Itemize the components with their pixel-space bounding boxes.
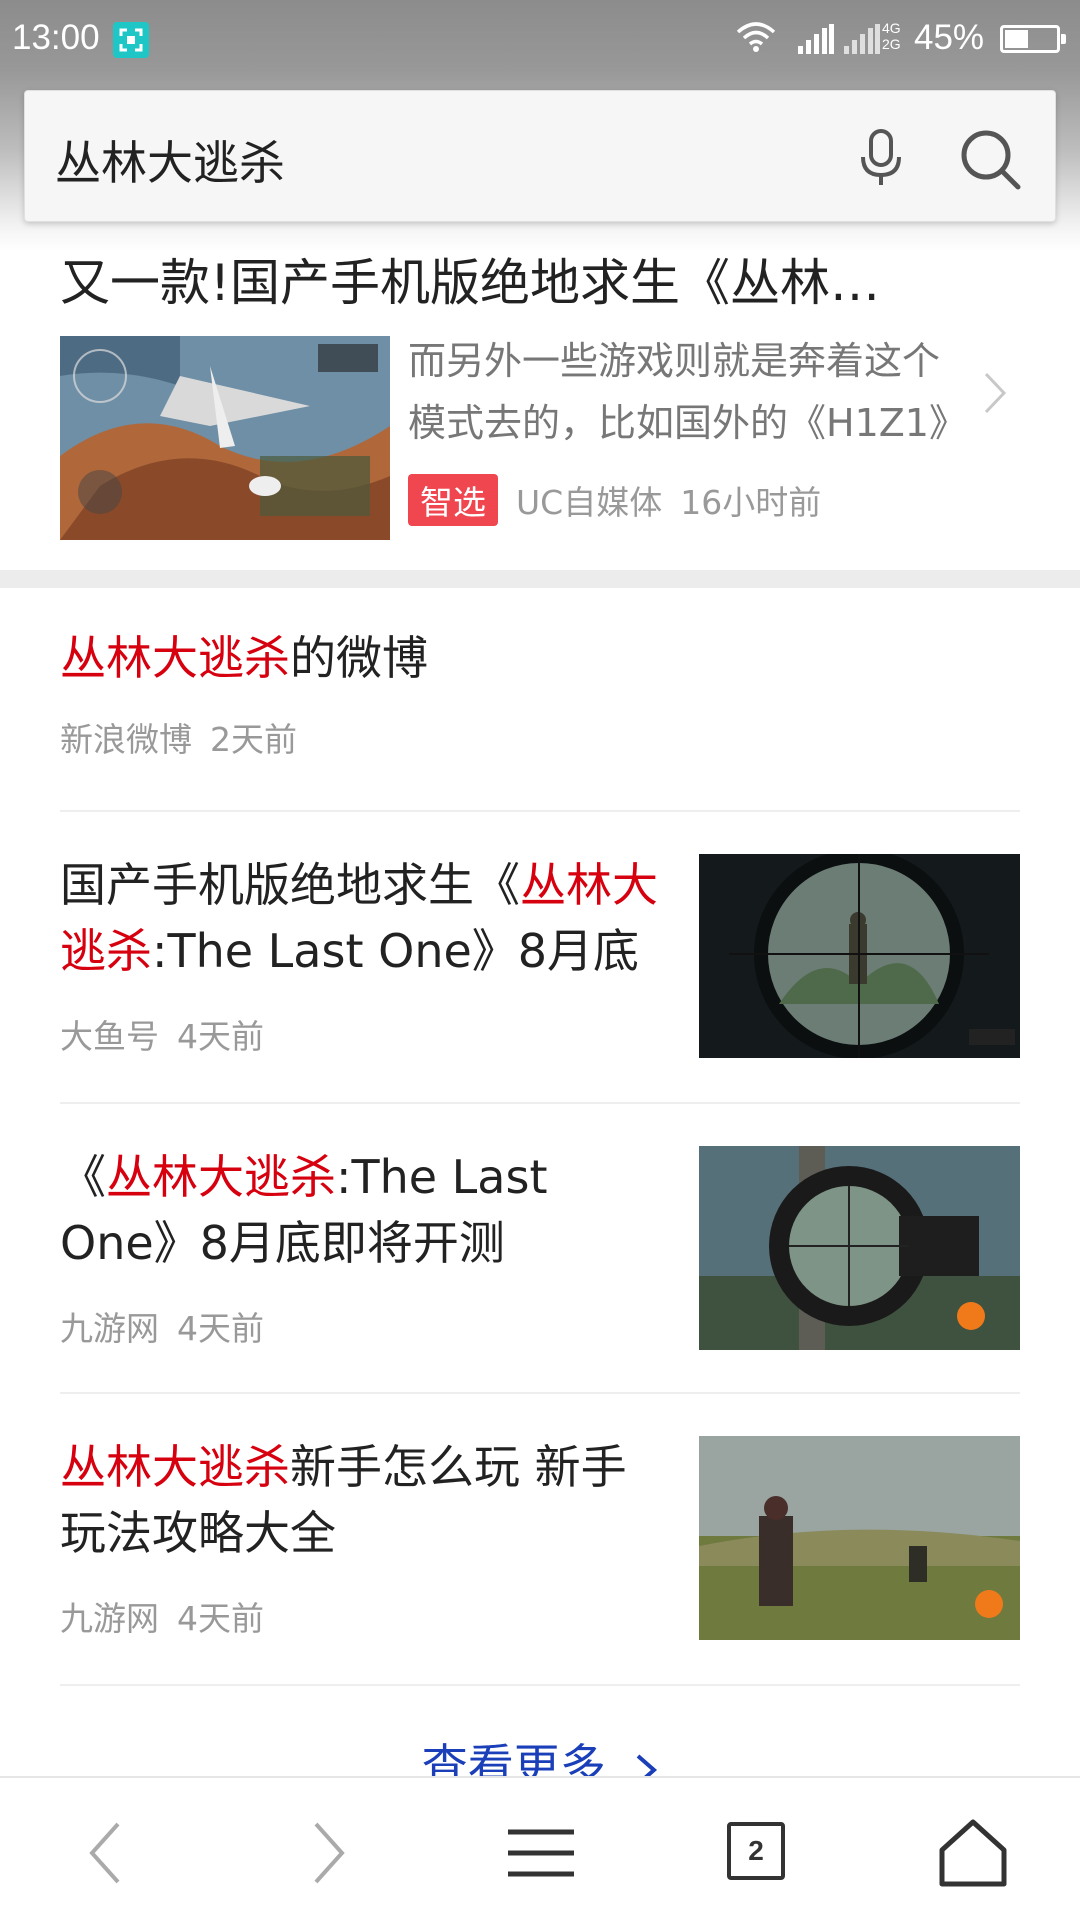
result-title[interactable]: 丛林大逃杀的微博 xyxy=(60,625,1020,691)
search-bar[interactable]: 丛林大逃杀 xyxy=(24,90,1056,222)
row-divider xyxy=(60,1102,1020,1104)
status-bar: 13:00 4G 2G 45% xyxy=(0,0,1080,78)
result-meta: 大鱼号 4天前 xyxy=(60,1010,264,1058)
title-highlight: 丛林大逃杀 xyxy=(60,1440,290,1494)
result-thumbnail[interactable] xyxy=(699,1146,1020,1350)
network-4g: 4G xyxy=(882,20,901,36)
title-text: 的微博 xyxy=(290,631,428,685)
result-source: 大鱼号 xyxy=(60,1017,159,1056)
scan-icon xyxy=(113,22,149,58)
list-item[interactable]: 丛林大逃杀新手怎么玩 新手玩法攻略大全 九游网 4天前 xyxy=(60,1434,1020,1646)
signal-icon xyxy=(798,24,834,54)
status-time: 13:00 xyxy=(12,18,100,57)
list-item[interactable]: 国产手机版绝地求生《丛林大逃杀:The Last One》8月底即将开测 大鱼号… xyxy=(60,852,1020,1064)
battery-icon xyxy=(1000,25,1066,53)
result-time: 4天前 xyxy=(177,1017,264,1056)
result-source: 九游网 xyxy=(60,1599,159,1638)
result-time: 4天前 xyxy=(177,1309,264,1348)
result-title[interactable]: 丛林大逃杀新手怎么玩 新手玩法攻略大全 xyxy=(60,1434,660,1566)
title-text: 《 xyxy=(60,1150,106,1204)
result-title[interactable]: 国产手机版绝地求生《丛林大逃杀:The Last One》8月底即将开测 xyxy=(60,852,660,984)
result-time: 4天前 xyxy=(177,1599,264,1638)
featured-snippet: 而另外一些游戏则就是奔着这个模式去的，比如国外的《H1Z1》 xyxy=(408,339,967,445)
mic-icon[interactable] xyxy=(845,121,917,193)
search-icon[interactable] xyxy=(950,119,1030,199)
smart-pick-badge: 智选 xyxy=(408,474,498,526)
result-meta: 九游网 4天前 xyxy=(60,1302,264,1350)
wifi-icon xyxy=(736,22,776,52)
list-item[interactable]: 丛林大逃杀的微博 新浪微博 2天前 xyxy=(60,625,1020,761)
network-2g: 2G xyxy=(882,36,901,52)
bottom-nav: 2 xyxy=(0,1776,1080,1920)
title-text: 国产手机版绝地求生《 xyxy=(60,858,520,912)
chevron-right-icon[interactable] xyxy=(980,368,1010,418)
result-source: 新浪微博 xyxy=(60,720,192,759)
row-divider xyxy=(60,1392,1020,1394)
list-item[interactable]: 《丛林大逃杀:The Last One》8月底即将开测 九游网 4天前 xyxy=(60,1144,1020,1356)
home-icon[interactable] xyxy=(928,1808,1018,1898)
tabs-icon[interactable]: 2 xyxy=(711,1808,801,1898)
battery-percent: 45% xyxy=(914,18,985,57)
result-source: 九游网 xyxy=(60,1309,159,1348)
network-type: 4G 2G xyxy=(882,20,901,52)
featured-article[interactable]: 又一款!国产手机版绝地求生《丛林大逃杀》 而另外一些游戏则就是奔着这个模式去的，… xyxy=(0,240,1080,570)
featured-source: UC自媒体 xyxy=(516,483,663,522)
featured-time: 16小时前 xyxy=(680,483,822,522)
result-thumbnail[interactable] xyxy=(699,1436,1020,1640)
result-time: 2天前 xyxy=(210,720,297,759)
result-meta: 九游网 4天前 xyxy=(60,1592,264,1640)
title-highlight: 丛林大逃杀 xyxy=(106,1150,336,1204)
title-highlight: 丛林大逃杀 xyxy=(60,631,290,685)
signal-secondary-icon xyxy=(844,24,880,54)
section-divider xyxy=(0,570,1080,588)
menu-icon[interactable] xyxy=(496,1808,586,1898)
row-divider xyxy=(60,810,1020,812)
result-thumbnail[interactable] xyxy=(699,854,1020,1058)
featured-meta: 智选 UC自媒体 16小时前 xyxy=(408,474,822,526)
row-divider xyxy=(60,1684,1020,1686)
featured-thumbnail[interactable] xyxy=(60,336,390,540)
search-input[interactable]: 丛林大逃杀 xyxy=(55,127,285,193)
result-title[interactable]: 《丛林大逃杀:The Last One》8月底即将开测 xyxy=(60,1144,660,1276)
battery-fill xyxy=(1005,30,1028,48)
back-icon[interactable] xyxy=(62,1808,152,1898)
tab-count: 2 xyxy=(727,1822,785,1880)
featured-title[interactable]: 又一款!国产手机版绝地求生《丛林大逃杀》 xyxy=(60,250,930,316)
result-meta: 新浪微博 2天前 xyxy=(60,713,1020,761)
forward-icon[interactable] xyxy=(282,1808,372,1898)
